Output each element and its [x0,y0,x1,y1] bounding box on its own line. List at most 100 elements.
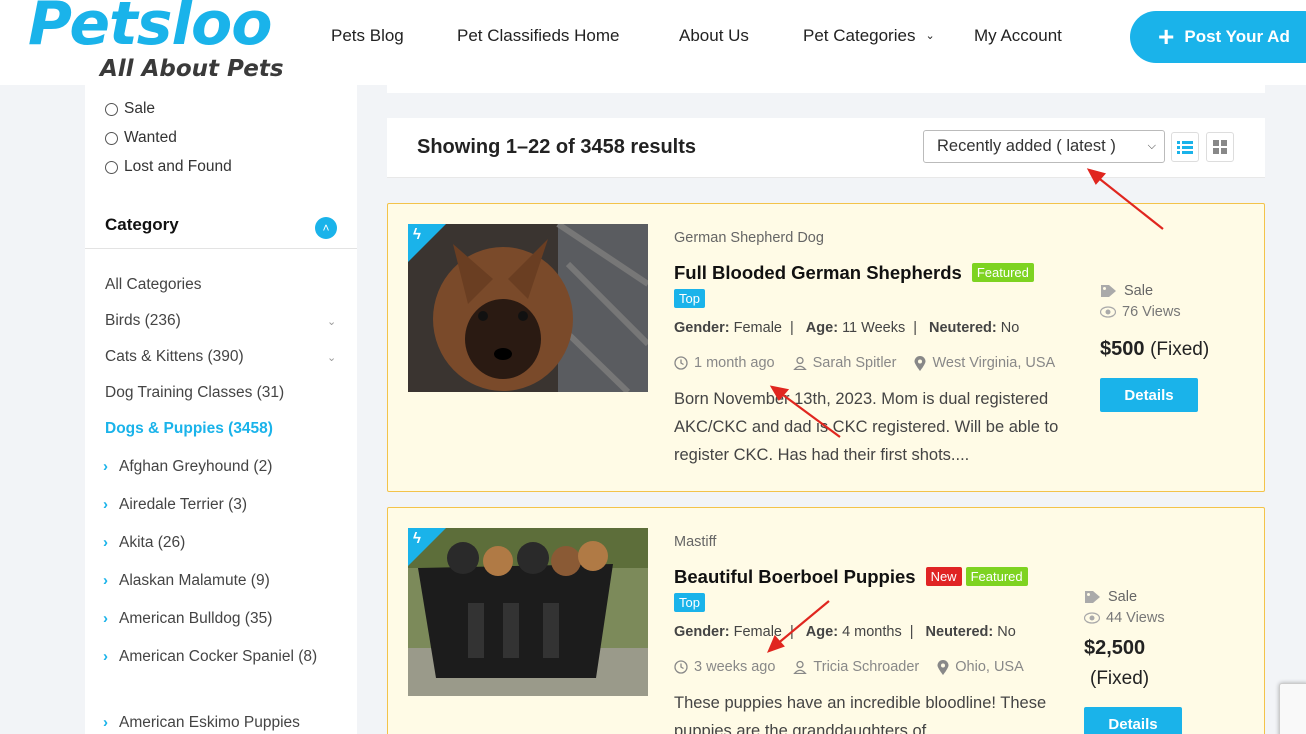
logo-tagline: All About Pets [100,56,284,82]
nav-about-us[interactable]: About Us [679,26,749,46]
details-button[interactable]: Details [1084,707,1182,734]
views-value: 76 Views [1122,304,1181,320]
listing-card[interactable]: ϟ German Shepherd Dog Full Blooded Germa… [387,203,1265,492]
chevron-right-icon: › [103,496,108,513]
lightning-icon: ϟ [413,226,421,243]
price-value: $500 [1100,338,1145,360]
radio-icon[interactable] [105,102,118,116]
author-name[interactable]: Tricia Schroader [813,659,919,675]
ad-type: Sale [1100,283,1153,299]
sort-value: Recently added ( latest ) [937,137,1116,155]
chevron-right-icon: › [103,648,108,665]
listing-breed: German Shepherd Dog [674,230,824,246]
grid-view-button[interactable] [1206,132,1234,162]
listing-photo[interactable]: ϟ [408,224,648,392]
gender-value: Female [733,320,782,336]
location[interactable]: West Virginia, USA [932,355,1055,371]
site-logo[interactable]: Petsloo All About Pets [28,0,284,82]
subcategory-item[interactable]: › Afghan Greyhound (2) [103,453,339,481]
chevron-right-icon: › [103,714,108,731]
filter-sidebar: Sale Wanted Lost and Found Category ˄ Al… [85,85,357,734]
sort-select[interactable]: Recently added ( latest ) ⌵ [923,130,1165,163]
neutered-label: Neutered: [929,320,997,336]
chevron-right-icon: › [103,572,108,589]
listing-title[interactable]: Beautiful Boerboel Puppies New Featured [674,566,1028,588]
chevron-down-icon: ⌄ [925,30,935,42]
featured-badge: Featured [965,567,1028,586]
grid-icon [1213,140,1227,154]
site-header: Petsloo All About Pets Pets Blog Pet Cla… [0,0,1306,85]
listing-photo[interactable]: ϟ [408,528,648,696]
subcategory-item[interactable]: › Alaskan Malamute (9) [103,567,339,595]
listing-price: $500 (Fixed) [1100,338,1209,361]
subcategory-item[interactable]: › American Cocker Spaniel (8) [103,643,339,671]
gender-value: Female [733,624,782,640]
ad-type-label: Sale [124,100,156,117]
category-cats-kittens[interactable]: Cats & Kittens (390) [105,348,244,366]
author-name[interactable]: Sarah Spitler [813,355,897,371]
user-icon [793,660,808,674]
view-count: 44 Views [1084,610,1165,626]
ad-type-label: Lost and Found [124,158,232,175]
subcategory-item[interactable]: › American Eskimo Puppies [103,709,339,734]
price-type: (Fixed) [1150,339,1210,360]
clock-icon [674,660,688,674]
tag-icon [1100,284,1118,298]
tag-icon [1084,590,1102,604]
subcategory-label: Airedale Terrier (3) [119,496,248,513]
age-value: 4 months [842,624,902,640]
category-title: Category [105,215,179,234]
listing-title-text: Full Blooded German Shepherds [674,262,962,283]
category-dogs-puppies[interactable]: Dogs & Puppies (3458) [105,420,273,438]
eye-icon [1084,612,1100,624]
category-all[interactable]: All Categories [105,276,202,294]
listing-description: Born November 13th, 2023. Mom is dual re… [674,390,1059,464]
subcategory-item[interactable]: › Airedale Terrier (3) [103,491,339,519]
nav-pet-categories[interactable]: Pet Categories ⌄ [803,26,935,46]
chevron-right-icon: › [103,610,108,627]
neutered-value: No [997,624,1016,640]
clock-icon [674,356,688,370]
radio-icon[interactable] [105,160,118,174]
listing-title-text: Beautiful Boerboel Puppies [674,566,916,587]
list-view-button[interactable] [1171,132,1199,162]
subcategory-label: American Eskimo Puppies [119,714,300,731]
separator: | [913,320,917,336]
new-badge: New [925,567,962,586]
nav-my-account[interactable]: My Account [974,26,1062,46]
results-toolbar: Showing 1–22 of 3458 results Recently ad… [387,118,1265,178]
category-header: Category ˄ [85,205,357,249]
chevron-right-icon: › [103,534,108,551]
chevron-down-icon[interactable]: ⌄ [327,351,336,364]
top-badge: Top [674,289,705,308]
lightning-icon: ϟ [413,530,421,547]
nav-pets-blog[interactable]: Pets Blog [331,26,404,46]
details-button[interactable]: Details [1100,378,1198,412]
category-dog-training[interactable]: Dog Training Classes (31) [105,384,284,402]
ad-type-sale[interactable]: Sale [105,100,155,118]
list-icon [1177,141,1193,154]
subcategory-item[interactable]: › American Bulldog (35) [103,605,339,633]
post-ad-button[interactable]: + Post Your Ad [1130,11,1306,63]
radio-icon[interactable] [105,131,118,145]
chevron-down-icon: ⌵ [1147,140,1156,152]
subcategory-label: Alaskan Malamute (9) [119,572,270,589]
listing-attributes: Gender: Female | Age: 11 Weeks | Neutered:… [674,320,1019,336]
chevron-down-icon[interactable]: ⌄ [327,315,336,328]
gender-label: Gender: [674,320,730,336]
collapse-toggle[interactable]: ˄ [315,217,337,239]
subcategory-item[interactable]: › Akita (26) [103,529,339,557]
neutered-label: Neutered: [925,624,994,640]
subcategory-label: Akita (26) [119,534,186,551]
ad-type-value: Sale [1124,283,1154,299]
category-birds[interactable]: Birds (236) [105,312,181,330]
listing-title[interactable]: Full Blooded German Shepherds Featured [674,262,1034,284]
ad-type-wanted[interactable]: Wanted [105,129,177,147]
user-icon [792,356,807,370]
location-pin-icon [937,659,949,675]
ad-type-lost-and-found[interactable]: Lost and Found [105,158,232,176]
listing-card[interactable]: ϟ Mastiff Beautiful Boerboel Puppies New F… [387,507,1265,734]
nav-pet-classifieds-home[interactable]: Pet Classifieds Home [457,26,620,46]
recaptcha-badge[interactable] [1279,683,1306,734]
location[interactable]: Ohio, USA [955,659,1024,675]
